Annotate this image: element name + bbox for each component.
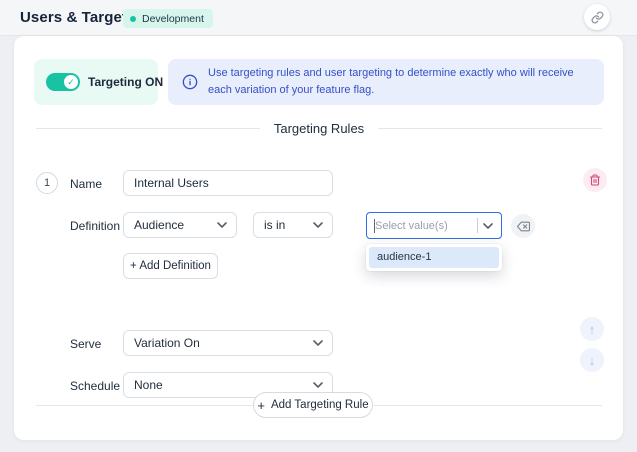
page-header: Users & Targeting Development xyxy=(0,0,637,36)
values-input[interactable] xyxy=(367,220,477,232)
operator-select-value: is in xyxy=(264,218,285,232)
chevron-down-icon xyxy=(313,382,323,388)
serve-select-value: Variation On xyxy=(134,336,200,350)
environment-badge: Development xyxy=(123,9,213,28)
targeting-toggle-card: ✓ Targeting ON xyxy=(34,59,158,105)
plus-icon: + xyxy=(257,399,265,412)
schedule-select-value: None xyxy=(134,378,163,392)
targeting-toggle[interactable]: ✓ xyxy=(46,73,80,91)
combobox-divider xyxy=(477,218,478,233)
arrow-up-icon: ↑ xyxy=(589,322,596,337)
rule-name-input[interactable] xyxy=(123,170,333,196)
text-cursor xyxy=(374,219,375,233)
link-icon xyxy=(591,11,604,24)
add-targeting-rule-label: Add Targeting Rule xyxy=(271,399,369,411)
chevron-down-icon xyxy=(313,340,323,346)
attribute-select[interactable]: Audience xyxy=(123,212,237,238)
copy-link-button[interactable] xyxy=(584,4,610,30)
environment-dot-icon xyxy=(130,16,136,22)
trash-icon xyxy=(589,174,601,186)
rule-number-badge: 1 xyxy=(36,172,58,194)
targeting-rules-title: Targeting Rules xyxy=(274,121,364,136)
add-targeting-rule-button[interactable]: + Add Targeting Rule xyxy=(253,392,373,418)
add-definition-button[interactable]: + Add Definition xyxy=(123,253,218,279)
backspace-icon xyxy=(517,220,530,233)
values-dropdown-menu: audience-1 xyxy=(366,244,502,271)
chevron-down-icon xyxy=(217,222,227,228)
values-combobox[interactable] xyxy=(366,212,502,239)
targeting-info-banner: Use targeting rules and user targeting t… xyxy=(168,59,604,105)
targeting-info-text: Use targeting rules and user targeting t… xyxy=(208,65,590,99)
move-rule-down-button[interactable]: ↓ xyxy=(580,348,604,372)
users-targeting-screen: Users & Targeting Development ✓ Targetin… xyxy=(0,0,637,452)
name-label: Name xyxy=(70,177,102,191)
delete-rule-button[interactable] xyxy=(583,168,607,192)
divider-line-left xyxy=(36,128,260,129)
chevron-down-icon[interactable] xyxy=(483,223,493,229)
info-icon xyxy=(182,74,198,90)
targeting-toggle-label: Targeting ON xyxy=(88,75,163,89)
targeting-rules-divider: Targeting Rules xyxy=(36,120,602,136)
schedule-label: Schedule xyxy=(70,379,120,393)
serve-label: Serve xyxy=(70,337,101,351)
dropdown-option-audience-1[interactable]: audience-1 xyxy=(369,247,499,268)
divider-line-right xyxy=(378,128,602,129)
chevron-down-icon xyxy=(313,222,323,228)
attribute-select-value: Audience xyxy=(134,218,184,232)
toggle-check-icon: ✓ xyxy=(64,75,78,89)
arrow-down-icon: ↓ xyxy=(589,353,596,368)
clear-values-button[interactable] xyxy=(511,214,535,238)
move-rule-up-button[interactable]: ↑ xyxy=(580,317,604,341)
operator-select[interactable]: is in xyxy=(253,212,333,238)
serve-select[interactable]: Variation On xyxy=(123,330,333,356)
environment-label: Development xyxy=(142,13,204,25)
targeting-card: ✓ Targeting ON Use targeting rules and u… xyxy=(14,36,623,440)
definition-label: Definition xyxy=(70,219,120,233)
